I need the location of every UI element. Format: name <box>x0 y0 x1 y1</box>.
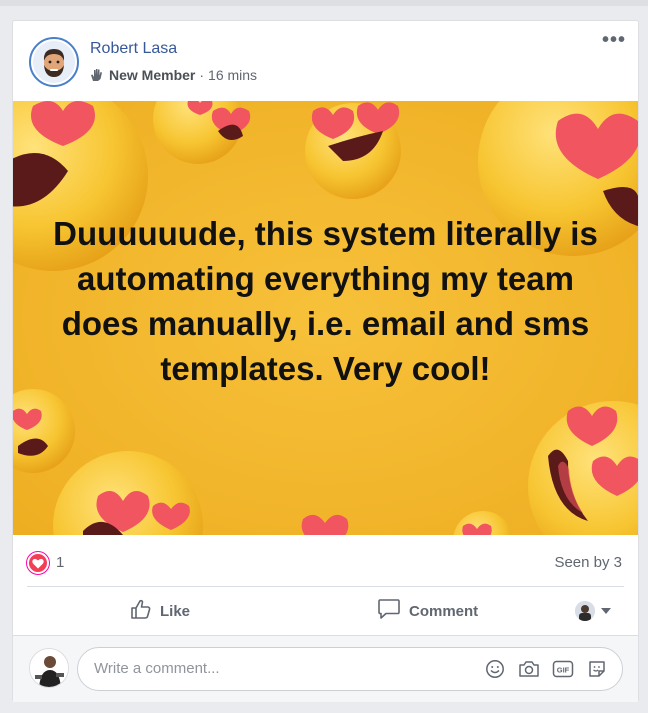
post-time[interactable]: 16 mins <box>208 67 257 83</box>
comment-label: Comment <box>409 602 479 620</box>
seen-by[interactable]: Seen by 3 <box>554 554 622 571</box>
post-stats: 1 Seen by 3 <box>13 535 638 585</box>
member-badge: New Member <box>109 67 196 83</box>
current-user-avatar[interactable] <box>29 648 69 688</box>
post-meta: New Member · 16 mins <box>89 67 257 83</box>
comment-input-box: GIF <box>77 647 623 691</box>
comment-input[interactable] <box>94 660 454 677</box>
camera-icon[interactable] <box>518 658 540 680</box>
more-horizontal-icon[interactable]: ••• <box>602 30 626 50</box>
like-button[interactable]: Like <box>130 587 190 635</box>
author-name[interactable]: Robert Lasa <box>90 40 177 58</box>
like-label: Like <box>160 602 191 620</box>
top-divider <box>0 0 648 6</box>
meta-separator: · <box>199 67 205 83</box>
author-avatar[interactable] <box>29 37 79 87</box>
user-avatar-icon <box>575 601 595 621</box>
chevron-down-icon <box>601 608 611 614</box>
post-image[interactable]: Duuuuuude, this system literally is auto… <box>13 101 638 535</box>
waving-hand-icon <box>89 67 105 83</box>
post-actions: Like Comment <box>13 587 638 635</box>
gif-icon[interactable]: GIF <box>552 658 574 680</box>
comment-tools: GIF <box>484 658 608 680</box>
heart-reaction-icon[interactable] <box>27 552 49 574</box>
svg-text:GIF: GIF <box>557 666 570 675</box>
speech-bubble-icon <box>377 598 401 624</box>
post-as-selector[interactable] <box>575 601 611 621</box>
comment-button[interactable]: Comment <box>377 587 478 635</box>
post-card: Robert Lasa New Member · 16 mins ••• Duu… <box>12 20 639 702</box>
post-header: Robert Lasa New Member · 16 mins ••• <box>13 21 638 101</box>
reaction-count[interactable]: 1 <box>56 554 64 571</box>
comment-composer: GIF <box>13 635 638 702</box>
sticker-icon[interactable] <box>586 658 608 680</box>
bearded-man-avatar-icon <box>33 41 75 83</box>
post-caption: Duuuuuude, this system literally is auto… <box>53 215 598 387</box>
emoji-icon[interactable] <box>484 658 506 680</box>
thumbs-up-icon <box>130 598 152 624</box>
